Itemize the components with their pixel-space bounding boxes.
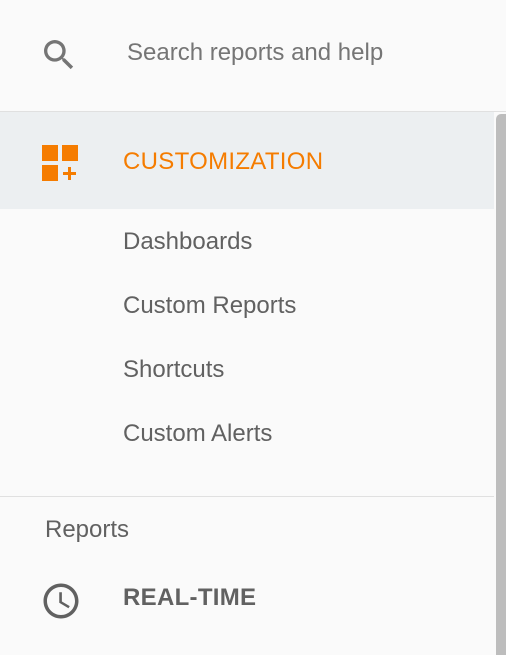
clock-icon <box>40 580 82 622</box>
customization-title[interactable]: CUSTOMIZATION <box>123 146 323 178</box>
search-input[interactable] <box>127 34 487 72</box>
left-navigation: CUSTOMIZATION Dashboards Custom Reports … <box>0 0 506 655</box>
search-bar <box>0 0 506 112</box>
search-icon[interactable] <box>39 35 79 75</box>
nav-item-shortcuts[interactable]: Shortcuts <box>123 354 224 386</box>
nav-item-real-time[interactable]: REAL-TIME <box>123 582 256 614</box>
section-divider <box>0 496 494 497</box>
dashboard-add-icon <box>42 145 80 183</box>
nav-item-custom-alerts[interactable]: Custom Alerts <box>123 418 272 450</box>
reports-group-label: Reports <box>45 516 130 543</box>
nav-item-dashboards[interactable]: Dashboards <box>123 226 252 258</box>
scrollbar-thumb[interactable] <box>496 114 506 655</box>
nav-item-custom-reports[interactable]: Custom Reports <box>123 290 296 322</box>
